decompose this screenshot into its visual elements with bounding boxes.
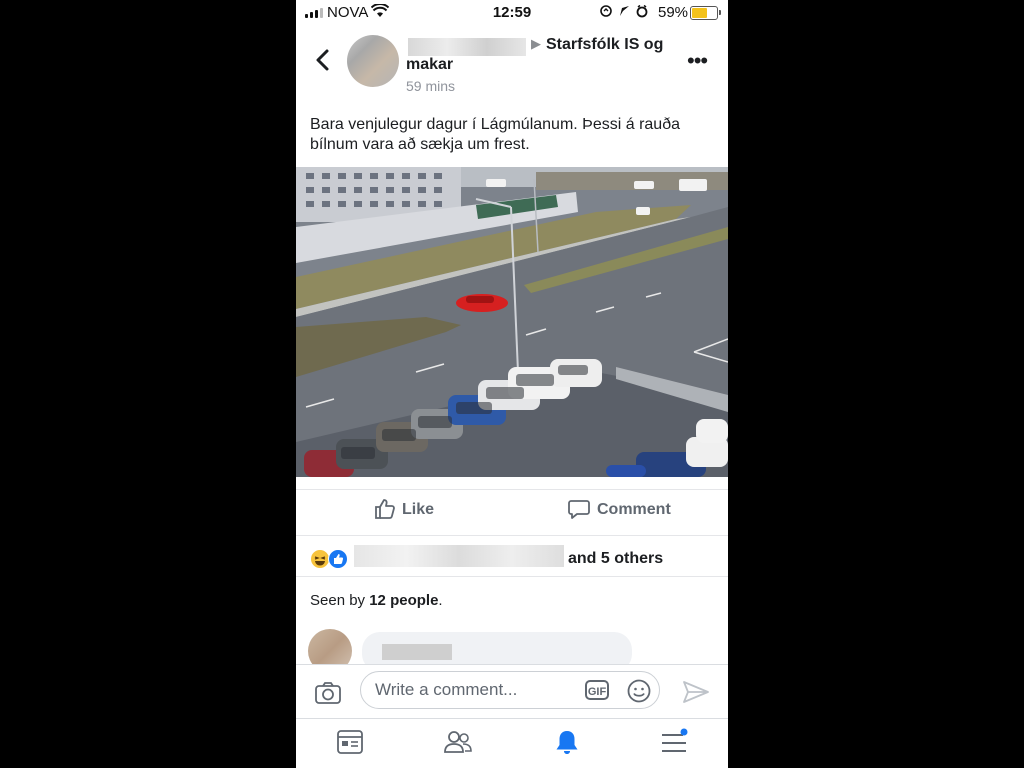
like-label: Like (402, 501, 435, 518)
commenter-name-redacted[interactable] (382, 644, 452, 660)
divider (296, 576, 728, 577)
news-feed-icon[interactable] (336, 728, 364, 761)
post-timestamp[interactable]: 59 mins (406, 78, 455, 94)
back-chevron-icon[interactable] (312, 44, 334, 76)
reactor-names-redacted (354, 545, 564, 567)
like-reaction-icon (328, 549, 348, 569)
divider (296, 535, 728, 536)
status-icons (600, 4, 654, 21)
emoji-icon[interactable] (627, 679, 651, 708)
seen-prefix: Seen by (310, 592, 370, 609)
seen-suffix: . (438, 592, 443, 609)
more-options-icon[interactable]: ••• (687, 48, 708, 74)
comment-composer: GIF (296, 664, 728, 719)
author-name-redacted[interactable] (408, 38, 526, 56)
seen-count: 12 people (369, 592, 439, 609)
camera-icon[interactable] (314, 681, 342, 710)
menu-icon[interactable] (659, 728, 689, 761)
author-avatar[interactable] (347, 35, 399, 87)
thumbs-up-icon (375, 499, 395, 519)
battery-icon (690, 6, 721, 20)
group-name-continued[interactable]: makar (406, 56, 453, 74)
send-icon[interactable] (682, 680, 710, 709)
post-text: Bara venjulegur dagur í Lágmúlanum. Þess… (310, 116, 680, 153)
tab-bar (296, 718, 728, 768)
comment-label: Comment (597, 501, 671, 518)
group-arrow-icon: ▶ (531, 36, 541, 51)
gif-button[interactable]: GIF (585, 680, 609, 700)
haha-reaction-icon (310, 549, 330, 569)
others-count[interactable]: and 5 others (568, 550, 663, 568)
reactions-summary[interactable]: and 5 others (296, 540, 728, 576)
notifications-icon[interactable] (553, 728, 581, 761)
status-bar: NOVA 12:59 59% (296, 0, 728, 24)
group-name[interactable]: Starfsfólk IS og (546, 36, 663, 54)
seen-by[interactable]: Seen by 12 people. (310, 592, 443, 609)
comment-bubble-icon (568, 500, 590, 519)
friends-icon[interactable] (443, 728, 473, 761)
comment-input[interactable] (360, 671, 660, 709)
post-photo[interactable] (296, 167, 728, 477)
post-actions: Like Comment (296, 490, 728, 534)
phone-screen: NOVA 12:59 59% ▶ Starfsfólk IS og makar … (296, 0, 728, 768)
battery-percent: 59% (658, 4, 689, 21)
